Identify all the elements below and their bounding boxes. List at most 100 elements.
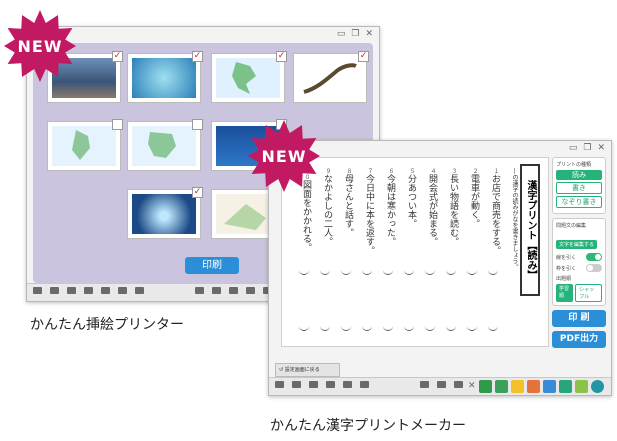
checkbox[interactable]: ✓ [192,51,203,62]
toolbar-tool-icon[interactable]: · [192,286,206,299]
answer-blank [446,270,456,275]
toolbar-tool-icon[interactable]: · [64,286,78,299]
toolbar-tool-icon[interactable]: · [451,380,465,393]
back-to-settings-button[interactable]: ↺ 設定画面に戻る [275,363,340,377]
toolbar-tool-icon[interactable]: · [289,380,303,393]
sentence-text: 長い物語を読む。 [448,174,458,246]
globe-icon[interactable] [590,380,604,393]
new-badge: NEW [4,10,76,82]
worksheet-preview: 漢字プリント【読み】 ―の漢字の読みがなを書きましょう。 １お店で商売をする。 ２… [281,157,549,347]
illustration-thumbnail[interactable] [127,119,203,171]
toolbar-tool-icon[interactable]: · [243,286,257,299]
close-icon[interactable]: ✕ [597,143,605,153]
illustration-thumbnail[interactable] [47,119,123,171]
tool-launcher-icon[interactable] [558,380,572,393]
checkbox[interactable]: ✓ [276,51,287,62]
type-tracing-button[interactable]: なぞり書き [556,196,602,208]
sentence-text: お店で商売をする。 [490,174,500,255]
toolbar-tool-icon[interactable]: · [98,286,112,299]
answer-blank [362,326,372,331]
restore-icon[interactable]: ❐ [351,29,359,39]
illustration-thumbnail[interactable]: ✓ [211,51,287,103]
map-icon [148,132,176,158]
type-writing-button[interactable]: 書き [556,182,602,194]
edit-text-button[interactable]: 文字を編集する [556,240,598,249]
type-reading-button[interactable]: 読み [556,170,602,180]
tool-launcher-icon[interactable] [478,380,492,393]
order-shuffle-button[interactable]: シャッフル [575,284,602,302]
worksheet-title: 漢字プリント【読み】 [520,164,540,296]
new-badge-label: NEW [17,37,63,56]
print-type-panel: プリントの種類 読み 書き なぞり書き [552,157,606,214]
illustration-thumbnail[interactable]: ✓ [293,51,369,103]
sentence-text: 今日中に本を返す。 [364,174,374,255]
worksheet-instruction: ―の漢字の読みがなを書きましょう。 [511,168,518,270]
eel-icon [303,63,357,94]
checkbox[interactable] [192,119,203,130]
toolbar-tool-icon[interactable]: · [340,380,354,393]
illustration-thumbnail[interactable]: ✓ [127,51,203,103]
illustration-thumbnail[interactable]: ✓ [127,187,203,239]
checkbox[interactable]: ✓ [192,187,203,198]
toolbar-tool-icon[interactable]: · [417,380,431,393]
order-learning-button[interactable]: 学習順 [556,284,574,302]
checkbox[interactable] [112,119,123,130]
checkbox[interactable]: ✓ [112,51,123,62]
worksheet-sentence: ９なかよしの二人。 [318,168,332,246]
minimize-icon[interactable]: ▭ [337,29,346,39]
answer-blank [488,326,498,331]
toolbar-tool-icon[interactable]: · [323,380,337,393]
underline-label: 線を引く [556,254,577,261]
toolbar-tool-icon[interactable]: · [47,286,61,299]
sentence-text: 分あつい本。 [406,174,416,228]
frame-toggle[interactable] [586,264,602,272]
tool-launcher-icon[interactable] [526,380,540,393]
answer-blank [488,270,498,275]
answer-blank [341,326,351,331]
underline-toggle[interactable] [586,253,602,261]
frame-label: 枠を引く [556,265,577,272]
toolbar-tool-icon[interactable]: · [272,380,286,393]
tool-launcher-icon[interactable] [574,380,588,393]
checkbox[interactable]: ✓ [358,51,369,62]
toolbar-tool-icon[interactable]: · [209,286,223,299]
print-button[interactable]: 印 刷 [552,310,606,327]
toolbar-tool-icon[interactable]: · [115,286,129,299]
answer-blank [404,326,414,331]
tool-launcher-icon[interactable] [494,380,508,393]
order-label: 出題順 [556,276,572,282]
toolbar-tool-icon[interactable]: · [132,286,146,299]
toolbar-tool-icon[interactable]: · [306,380,320,393]
tool-launcher-icon[interactable] [510,380,524,393]
answer-blank [467,270,477,275]
toolbar-tool-icon[interactable]: · [434,380,448,393]
answer-blank [362,270,372,275]
close-icon[interactable]: ✕ [468,382,476,391]
answer-blank [404,270,414,275]
toolbar-tool-icon[interactable]: · [357,380,371,393]
minimize-icon[interactable]: ▭ [569,143,578,153]
pdf-export-button[interactable]: PDF出力 [552,331,606,348]
tool-launcher-icon[interactable] [542,380,556,393]
map-icon [232,62,256,94]
restore-icon[interactable]: ❐ [583,143,591,153]
kanji-print-maker-caption: かんたん漢字プリントメーカー [270,418,466,434]
sentence-text: 開会式が始まる。 [427,174,437,246]
answer-blank [425,270,435,275]
edit-label: 問題文の編集 [556,223,587,229]
worksheet-sentence: ５分あつい本。 [402,168,416,228]
toolbar-tool-icon[interactable]: · [226,286,240,299]
window-titlebar: ▭ ❐ ✕ [27,27,379,41]
worksheet-sentence: ４開会式が始まる。 [423,168,437,246]
worksheet-sentence: ６今朝は寒かった。 [381,168,395,246]
sentence-text: 母さんと話す。 [343,174,353,237]
close-icon[interactable]: ✕ [365,29,373,39]
toolbar-tool-icon[interactable]: · [81,286,95,299]
illustration-printer-caption: かんたん挿絵プリンター [30,317,184,333]
underline-row: 線を引く [556,253,602,261]
worksheet-sentence: １お店で商売をする。 [486,168,500,255]
print-button[interactable]: 印刷 [185,257,239,274]
toolbar-tool-icon[interactable]: · [30,286,44,299]
sentence-text: なかよしの二人。 [322,174,332,246]
worksheet-sentence: ７今日中に本を返す。 [360,168,374,255]
